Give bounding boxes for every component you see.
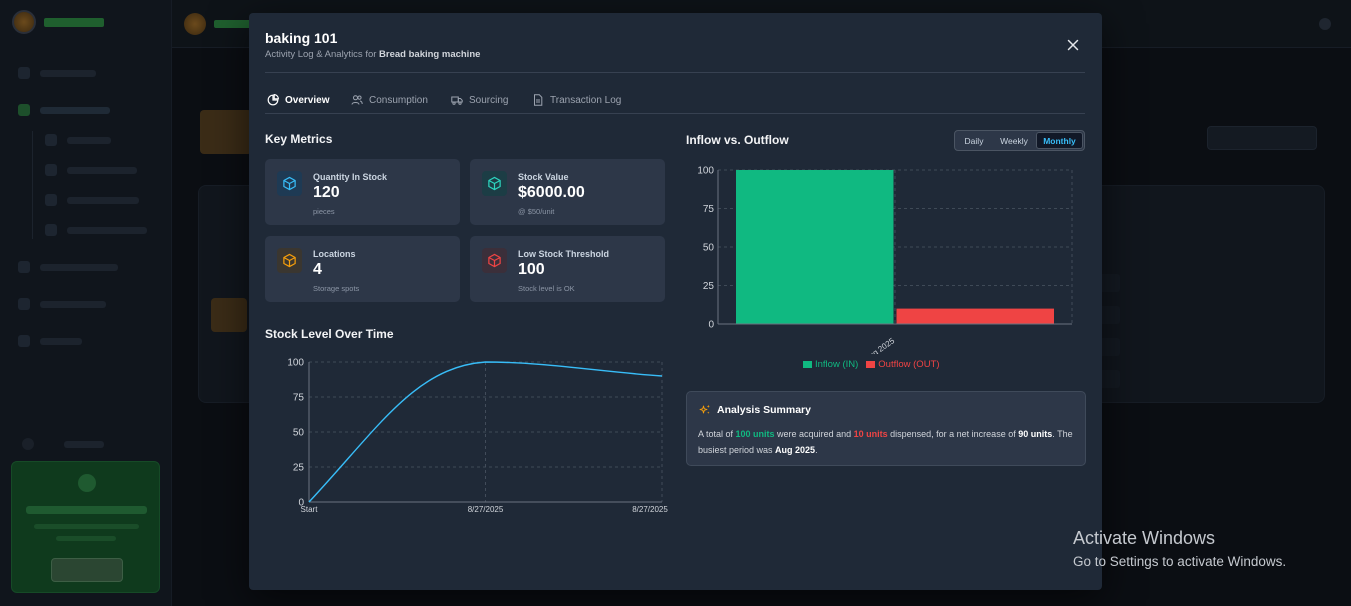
y-tick-label: 25 xyxy=(293,463,305,474)
watermark-subtitle: Go to Settings to activate Windows. xyxy=(1073,554,1287,569)
file-icon xyxy=(534,94,543,106)
metric-quantity-in-stock: Quantity In Stock 120 pieces xyxy=(265,159,460,225)
cube-icon xyxy=(488,253,501,268)
background-nav xyxy=(18,64,158,369)
metric-note: pieces xyxy=(313,207,335,216)
tab-overview-label: Overview xyxy=(285,94,330,106)
metric-low-stock-threshold: Low Stock Threshold 100 Stock level is O… xyxy=(470,236,665,302)
outflow-units: 10 units xyxy=(853,429,888,439)
metric-note: Storage spots xyxy=(313,284,360,293)
legend-outflow: Outflow (OUT) xyxy=(866,359,940,370)
background-sidebar xyxy=(0,0,172,606)
y-tick-label: 50 xyxy=(293,428,305,439)
y-tick-label: 75 xyxy=(293,393,305,404)
y-tick-label: 25 xyxy=(703,281,715,292)
modal-subtitle: Activity Log & Analytics for Bread bakin… xyxy=(265,49,480,60)
bar-inflow xyxy=(736,170,894,324)
background-logout xyxy=(22,438,142,450)
cube-icon xyxy=(283,176,296,191)
x-tick-label: Start xyxy=(301,505,319,514)
analysis-summary-title: Analysis Summary xyxy=(717,404,811,416)
modal-title: baking 101 xyxy=(265,30,338,46)
legend-inflow: Inflow (IN) xyxy=(803,359,858,370)
tab-sourcing-label: Sourcing xyxy=(469,94,509,106)
truck-icon xyxy=(451,96,463,105)
bar-outflow xyxy=(896,308,1054,324)
analysis-summary-text: A total of 100 units were acquired and 1… xyxy=(698,429,1073,455)
key-metrics-title: Key Metrics xyxy=(265,132,333,146)
y-tick-label: 0 xyxy=(708,320,714,331)
metric-label: Quantity In Stock xyxy=(313,172,388,182)
tab-bar: Overview Consumption Sourcing Transactio… xyxy=(265,86,1085,114)
tab-consumption-label: Consumption xyxy=(369,94,428,106)
stock-level-chart: 0255075100Start 8/27/2025 8/27/2025 xyxy=(287,358,668,515)
analysis-summary: Analysis Summary A total of 100 units we… xyxy=(686,391,1086,466)
tab-sourcing[interactable]: Sourcing xyxy=(451,86,508,114)
busiest-period: Aug 2025 xyxy=(775,445,816,455)
metric-value: $6000.00 xyxy=(518,184,585,201)
metric-value: 120 xyxy=(313,184,340,201)
y-tick-label: 100 xyxy=(697,166,714,177)
background-logo xyxy=(12,10,104,34)
y-tick-label: 75 xyxy=(703,204,715,215)
period-daily-button[interactable]: Daily xyxy=(956,132,992,149)
metric-note: @ $50/unit xyxy=(518,207,555,216)
y-tick-label: 50 xyxy=(703,243,715,254)
tab-transaction-log[interactable]: Transaction Log xyxy=(532,86,621,114)
pie-chart-icon xyxy=(267,94,279,106)
cube-icon xyxy=(283,253,296,268)
header-divider xyxy=(265,72,1085,73)
metric-label: Stock Value xyxy=(518,172,569,182)
period-toggle: Daily Weekly Monthly xyxy=(954,130,1085,151)
period-weekly-button[interactable]: Weekly xyxy=(992,132,1036,149)
legend-outflow-label: Outflow (OUT) xyxy=(878,359,940,370)
metric-label: Low Stock Threshold xyxy=(518,249,610,259)
x-tick-label: Aug 2025 xyxy=(863,336,897,354)
metric-value: 4 xyxy=(313,261,322,278)
cube-icon xyxy=(488,176,501,191)
metric-value: 100 xyxy=(518,261,545,278)
analysis-summary-header: Analysis Summary xyxy=(699,404,811,416)
modal-subtitle-prefix: Activity Log & Analytics for xyxy=(265,49,380,60)
tab-consumption[interactable]: Consumption xyxy=(351,86,428,114)
net-units: 90 units xyxy=(1018,429,1053,439)
metric-stock-value: Stock Value $6000.00 @ $50/unit xyxy=(470,159,665,225)
windows-activation-watermark: Activate Windows Go to Settings to activ… xyxy=(1073,528,1286,569)
flow-legend: Inflow (IN) Outflow (OUT) xyxy=(803,359,940,370)
legend-inflow-label: Inflow (IN) xyxy=(815,359,859,370)
y-tick-label: 100 xyxy=(287,358,304,369)
tab-transaction-log-label: Transaction Log xyxy=(550,94,622,106)
background-promo-card xyxy=(11,461,160,593)
metric-note: Stock level is OK xyxy=(518,284,575,293)
close-icon xyxy=(1067,39,1079,51)
tab-overview[interactable]: Overview xyxy=(267,86,329,114)
watermark-title: Activate Windows xyxy=(1073,528,1216,548)
x-tick-label: 8/27/2025 xyxy=(632,505,668,514)
inflow-units: 100 units xyxy=(735,429,775,439)
activity-modal: baking 101 Activity Log & Analytics for … xyxy=(249,13,1102,590)
x-tick-label: 8/27/2025 xyxy=(468,505,504,514)
metric-locations: Locations 4 Storage spots xyxy=(265,236,460,302)
users-icon xyxy=(351,95,363,105)
close-button[interactable] xyxy=(1065,37,1081,53)
metric-label: Locations xyxy=(313,249,356,259)
modal-subtitle-item: Bread baking machine xyxy=(379,49,481,60)
sparkles-icon xyxy=(699,404,710,414)
inflow-outflow-chart: 0 25 50 75 100 Aug 2025 xyxy=(697,166,1073,354)
flow-chart-title: Inflow vs. Outflow xyxy=(686,133,789,147)
stock-chart-title: Stock Level Over Time xyxy=(265,327,394,341)
period-monthly-button[interactable]: Monthly xyxy=(1036,132,1083,149)
